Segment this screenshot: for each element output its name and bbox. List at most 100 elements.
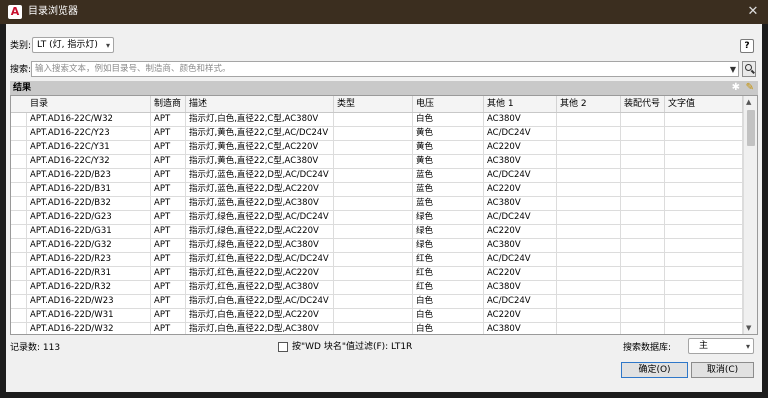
table-cell[interactable]: 指示灯,白色,直径22,C型,AC380V bbox=[186, 113, 334, 126]
vertical-scrollbar[interactable]: ▲ ▼ bbox=[743, 96, 757, 334]
table-cell[interactable]: APT.AD16-22D/R32 bbox=[27, 281, 151, 294]
table-cell[interactable]: AC/DC24V bbox=[484, 127, 557, 140]
table-cell[interactable]: 蓝色 bbox=[413, 169, 484, 182]
table-cell[interactable]: 指示灯,白色,直径22,D型,AC/DC24V bbox=[186, 295, 334, 308]
table-cell[interactable]: 指示灯,绿色,直径22,D型,AC220V bbox=[186, 225, 334, 238]
table-cell[interactable] bbox=[334, 155, 413, 168]
table-cell[interactable]: APT bbox=[151, 239, 186, 252]
table-cell[interactable] bbox=[334, 183, 413, 196]
database-select[interactable]: 主 ▾ bbox=[688, 338, 754, 354]
table-cell[interactable] bbox=[621, 155, 665, 168]
table-cell[interactable]: 指示灯,黄色,直径22,C型,AC220V bbox=[186, 141, 334, 154]
cancel-button[interactable]: 取消(C) bbox=[691, 362, 754, 378]
table-cell[interactable] bbox=[665, 239, 743, 252]
table-cell[interactable] bbox=[665, 267, 743, 280]
table-cell[interactable]: AC220V bbox=[484, 309, 557, 322]
table-cell[interactable]: APT bbox=[151, 253, 186, 266]
table-cell[interactable]: AC380V bbox=[484, 281, 557, 294]
search-button[interactable] bbox=[742, 61, 756, 77]
table-cell[interactable]: APT bbox=[151, 309, 186, 322]
table-cell[interactable] bbox=[557, 253, 621, 266]
table-cell[interactable]: 蓝色 bbox=[413, 197, 484, 210]
scroll-thumb[interactable] bbox=[747, 110, 755, 146]
table-cell[interactable]: APT.AD16-22D/W31 bbox=[27, 309, 151, 322]
table-cell[interactable]: APT bbox=[151, 197, 186, 210]
table-cell[interactable] bbox=[557, 309, 621, 322]
table-cell[interactable] bbox=[621, 239, 665, 252]
table-cell[interactable]: APT.AD16-22C/W32 bbox=[27, 113, 151, 126]
table-cell[interactable] bbox=[665, 211, 743, 224]
column-header[interactable]: 其他 2 bbox=[557, 96, 621, 112]
table-cell[interactable] bbox=[557, 127, 621, 140]
table-cell[interactable]: APT bbox=[151, 323, 186, 334]
table-cell[interactable] bbox=[334, 211, 413, 224]
table-cell[interactable]: APT.AD16-22D/W23 bbox=[27, 295, 151, 308]
table-cell[interactable]: APT.AD16-22C/Y32 bbox=[27, 155, 151, 168]
table-cell[interactable]: 白色 bbox=[413, 323, 484, 334]
table-cell[interactable] bbox=[665, 253, 743, 266]
ok-button[interactable]: 确定(O) bbox=[621, 362, 688, 378]
table-row[interactable]: APT.AD16-22D/W23 APT 指示灯,白色,直径22,D型,AC/DC2… bbox=[11, 295, 743, 309]
table-cell[interactable]: 绿色 bbox=[413, 239, 484, 252]
table-row[interactable]: APT.AD16-22D/W31 APT 指示灯,白色,直径22,D型,AC220V… bbox=[11, 309, 743, 323]
table-cell[interactable]: 指示灯,白色,直径22,D型,AC380V bbox=[186, 323, 334, 334]
search-input[interactable] bbox=[32, 62, 722, 76]
table-cell[interactable] bbox=[334, 309, 413, 322]
table-cell[interactable]: AC/DC24V bbox=[484, 211, 557, 224]
table-cell[interactable] bbox=[665, 113, 743, 126]
table-cell[interactable] bbox=[334, 239, 413, 252]
filter-checkbox[interactable] bbox=[278, 342, 288, 352]
pencil-icon[interactable]: ✎ bbox=[746, 81, 754, 95]
table-cell[interactable]: APT.AD16-22C/Y23 bbox=[27, 127, 151, 140]
column-header[interactable]: 类型 bbox=[334, 96, 413, 112]
table-row[interactable]: APT.AD16-22D/B23 APT 指示灯,蓝色,直径22,D型,AC/DC2… bbox=[11, 169, 743, 183]
table-cell[interactable]: APT.AD16-22D/R31 bbox=[27, 267, 151, 280]
column-header[interactable]: 描述 bbox=[186, 96, 334, 112]
scroll-down-icon[interactable]: ▼ bbox=[746, 324, 751, 332]
table-cell[interactable] bbox=[621, 127, 665, 140]
table-cell[interactable]: AC380V bbox=[484, 113, 557, 126]
table-row[interactable]: APT.AD16-22D/G23 APT 指示灯,绿色,直径22,D型,AC/DC2… bbox=[11, 211, 743, 225]
table-cell[interactable] bbox=[621, 141, 665, 154]
table-cell[interactable] bbox=[621, 225, 665, 238]
table-cell[interactable] bbox=[334, 141, 413, 154]
column-header[interactable]: 电压 bbox=[413, 96, 484, 112]
table-cell[interactable]: 指示灯,蓝色,直径22,D型,AC380V bbox=[186, 197, 334, 210]
table-cell[interactable]: APT bbox=[151, 225, 186, 238]
table-cell[interactable] bbox=[665, 323, 743, 334]
table-cell[interactable]: AC380V bbox=[484, 239, 557, 252]
column-header[interactable]: 目录 bbox=[27, 96, 151, 112]
table-cell[interactable]: 指示灯,绿色,直径22,D型,AC/DC24V bbox=[186, 211, 334, 224]
table-cell[interactable]: APT.AD16-22D/G32 bbox=[27, 239, 151, 252]
table-cell[interactable] bbox=[621, 169, 665, 182]
table-cell[interactable] bbox=[621, 113, 665, 126]
table-cell[interactable] bbox=[334, 323, 413, 334]
table-cell[interactable] bbox=[621, 253, 665, 266]
table-cell[interactable] bbox=[665, 295, 743, 308]
table-cell[interactable]: AC220V bbox=[484, 141, 557, 154]
table-cell[interactable] bbox=[665, 141, 743, 154]
table-cell[interactable]: APT.AD16-22D/G31 bbox=[27, 225, 151, 238]
table-cell[interactable]: APT.AD16-22D/W32 bbox=[27, 323, 151, 334]
table-row[interactable]: APT.AD16-22D/B31 APT 指示灯,蓝色,直径22,D型,AC220V… bbox=[11, 183, 743, 197]
table-cell[interactable]: 指示灯,黄色,直径22,C型,AC380V bbox=[186, 155, 334, 168]
table-cell[interactable] bbox=[665, 183, 743, 196]
table-cell[interactable] bbox=[334, 267, 413, 280]
table-cell[interactable] bbox=[665, 197, 743, 210]
table-cell[interactable] bbox=[334, 295, 413, 308]
table-cell[interactable]: 指示灯,绿色,直径22,D型,AC380V bbox=[186, 239, 334, 252]
table-cell[interactable]: 黄色 bbox=[413, 141, 484, 154]
table-cell[interactable] bbox=[557, 239, 621, 252]
table-cell[interactable]: AC/DC24V bbox=[484, 295, 557, 308]
column-header[interactable]: 其他 1 bbox=[484, 96, 557, 112]
close-icon[interactable]: ✕ bbox=[744, 3, 762, 21]
table-cell[interactable] bbox=[334, 197, 413, 210]
table-row[interactable]: APT.AD16-22D/R23 APT 指示灯,红色,直径22,D型,AC/DC2… bbox=[11, 253, 743, 267]
table-cell[interactable]: 蓝色 bbox=[413, 183, 484, 196]
table-cell[interactable] bbox=[334, 225, 413, 238]
table-row[interactable]: APT.AD16-22D/R31 APT 指示灯,红色,直径22,D型,AC220V… bbox=[11, 267, 743, 281]
category-select[interactable]: LT (灯, 指示灯) ▾ bbox=[32, 37, 114, 53]
table-row[interactable]: APT.AD16-22D/R32 APT 指示灯,红色,直径22,D型,AC380V… bbox=[11, 281, 743, 295]
table-cell[interactable]: APT bbox=[151, 169, 186, 182]
table-cell[interactable]: 白色 bbox=[413, 295, 484, 308]
